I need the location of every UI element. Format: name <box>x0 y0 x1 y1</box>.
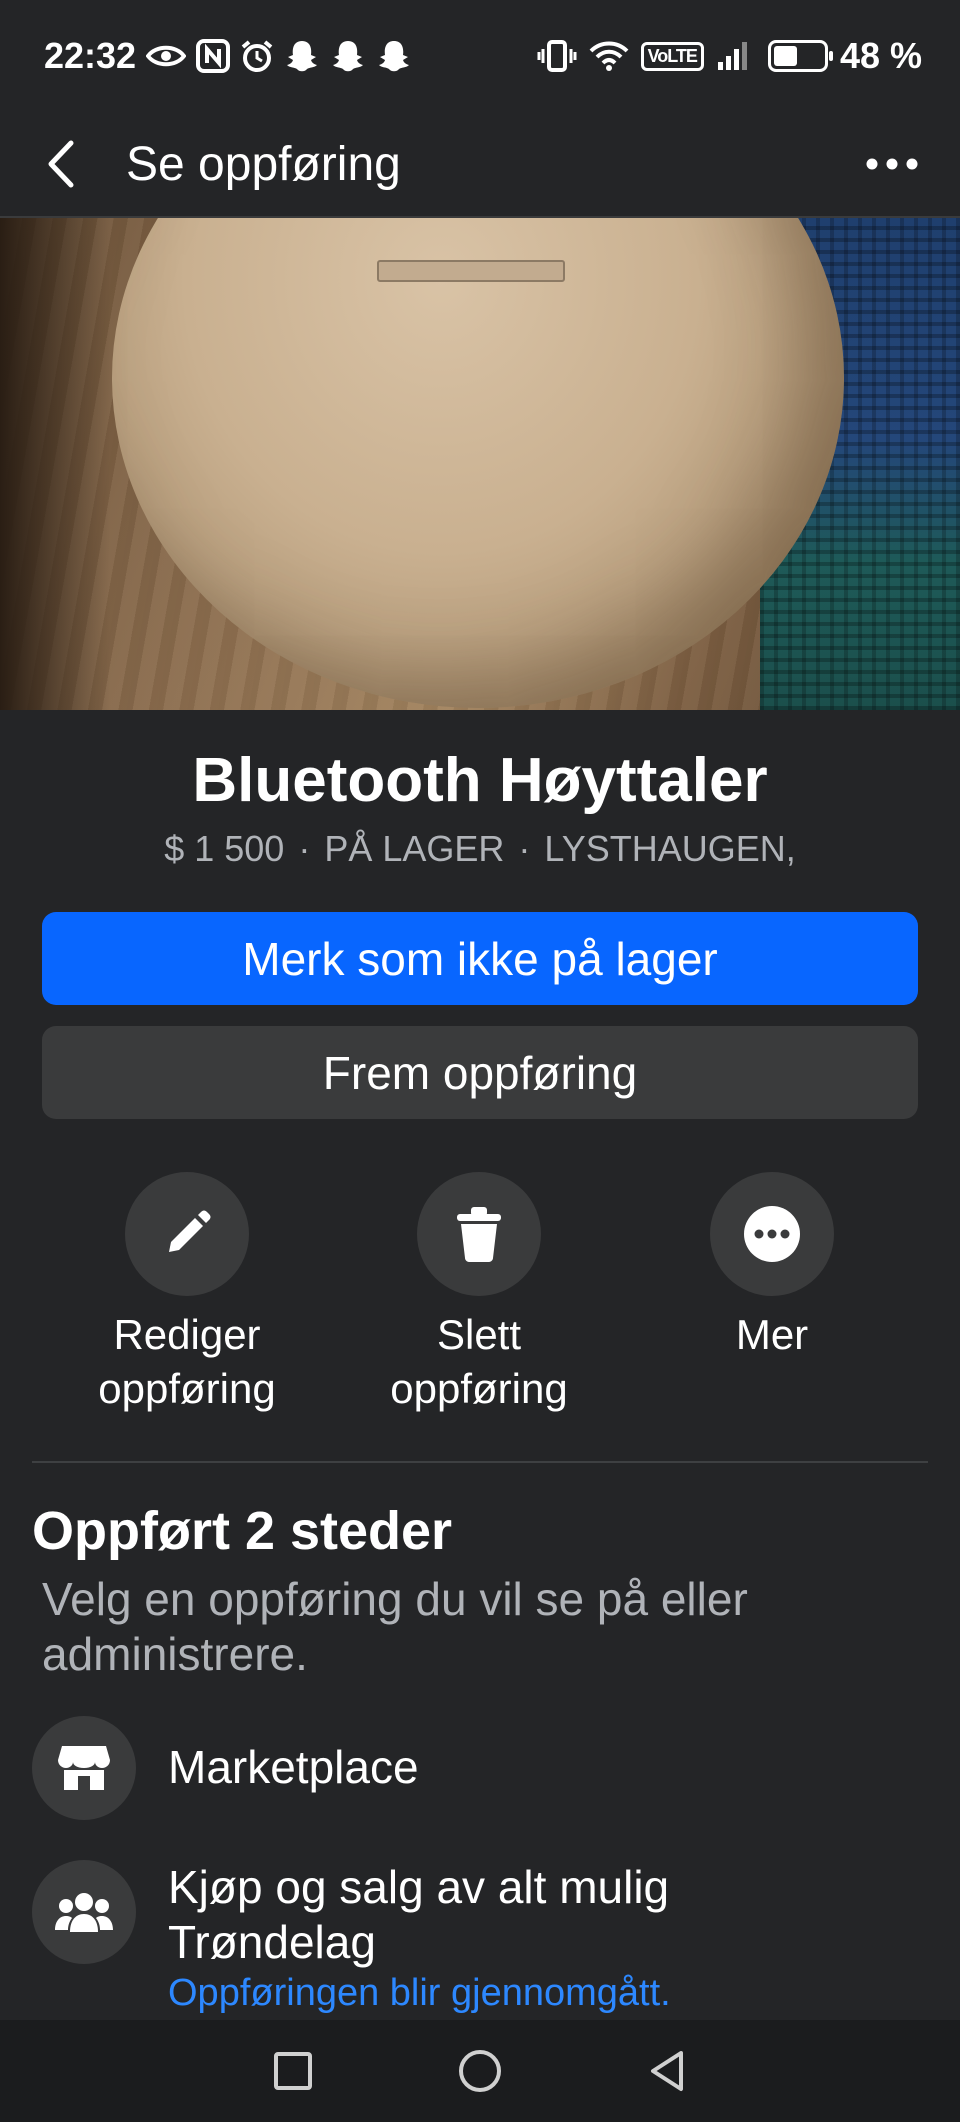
placement-marketplace[interactable]: Marketplace <box>32 1716 912 1820</box>
more-icon <box>744 1206 800 1262</box>
status-time: 22:32 <box>44 35 137 76</box>
listing-location: LYSTHAUGEN, <box>544 828 796 869</box>
pencil-icon <box>169 1210 211 1252</box>
edit-listing-button[interactable] <box>125 1172 249 1296</box>
placements-description: Velg en oppføring du vil se på eller adm… <box>42 1573 748 1680</box>
placement-text: Kjøp og salg av alt mulig Trøndelag Oppf… <box>168 1860 808 2015</box>
group-icon <box>32 1860 136 1964</box>
meta-separator: · <box>518 828 531 869</box>
speaker-logo <box>377 260 565 282</box>
edit-listing-label: Rediger oppføring <box>98 1311 276 1412</box>
snapchat-icon <box>284 39 320 73</box>
placement-review-status[interactable]: Oppføringen blir gjennomgått. <box>168 1972 808 2015</box>
delete-listing-action[interactable]: Slett oppføring <box>334 1172 624 1416</box>
battery-fill <box>773 46 797 66</box>
status-right: VoLTE 48 % <box>537 35 922 77</box>
recent-apps-button[interactable] <box>258 2036 328 2106</box>
nfc-icon <box>196 39 231 73</box>
more-button[interactable] <box>710 1172 834 1296</box>
eye-icon <box>146 43 187 69</box>
placement-group[interactable]: Kjøp og salg av alt mulig Trøndelag Oppf… <box>32 1860 912 2015</box>
home-icon <box>458 2050 501 2092</box>
wifi-icon <box>589 40 629 72</box>
trash-icon <box>457 1207 501 1262</box>
more-action[interactable]: Mer <box>627 1172 917 1362</box>
back-icon <box>650 2051 683 2091</box>
delete-listing-label: Slett oppføring <box>390 1311 568 1412</box>
status-left: 22:32 <box>44 35 412 77</box>
system-nav-bar <box>0 2020 960 2122</box>
placement-name: Kjøp og salg av alt mulig Trøndelag <box>168 1861 670 1968</box>
back-button[interactable] <box>36 134 86 194</box>
volte-icon: VoLTE <box>640 41 704 71</box>
recent-apps-icon <box>274 2052 313 2090</box>
snapchat-icon <box>330 39 366 73</box>
listing-meta: $ 1 500 · PÅ LAGER · LYSTHAUGEN, <box>0 828 960 870</box>
more-options-button[interactable] <box>852 134 932 194</box>
divider <box>32 1461 928 1463</box>
battery-percent: 48 % <box>839 35 922 76</box>
more-horizontal-icon <box>866 158 918 170</box>
home-button[interactable] <box>445 2036 515 2106</box>
photo-shadow <box>0 218 110 710</box>
edit-listing-action[interactable]: Rediger oppføring <box>42 1172 332 1416</box>
status-bar: 22:32 VoLTE 48 % <box>0 0 960 112</box>
signal-icon <box>716 40 752 72</box>
placements-title: Oppført 2 steder <box>32 1501 453 1561</box>
snapchat-icon <box>376 39 412 73</box>
placement-text: Marketplace <box>168 1716 419 1795</box>
back-nav-button[interactable] <box>632 2036 702 2106</box>
chevron-left-icon <box>48 140 74 188</box>
listing-title: Bluetooth Høyttaler <box>192 746 768 815</box>
delete-listing-button[interactable] <box>417 1172 541 1296</box>
vibrate-icon <box>537 39 577 73</box>
battery-icon <box>767 40 833 72</box>
meta-separator: · <box>298 828 311 869</box>
listing-actions: Rediger oppføring Slett oppføring Mer <box>0 1172 960 1422</box>
listing-status: PÅ LAGER <box>324 828 505 869</box>
mark-out-of-stock-button[interactable]: Merk som ikke på lager <box>42 912 918 1005</box>
more-label: Mer <box>735 1311 809 1358</box>
alarm-icon <box>240 39 274 73</box>
boost-listing-button[interactable]: Frem oppføring <box>42 1026 918 1119</box>
page-title: Se oppføring <box>126 137 401 191</box>
listing-price: $ 1 500 <box>164 828 285 869</box>
listing-photo[interactable] <box>0 218 960 710</box>
placement-name: Marketplace <box>168 1741 419 1793</box>
screen: 22:32 VoLTE 48 % Se oppføring Bluetooth … <box>0 0 960 2122</box>
app-header: Se oppføring <box>0 112 960 218</box>
store-icon <box>32 1716 136 1820</box>
